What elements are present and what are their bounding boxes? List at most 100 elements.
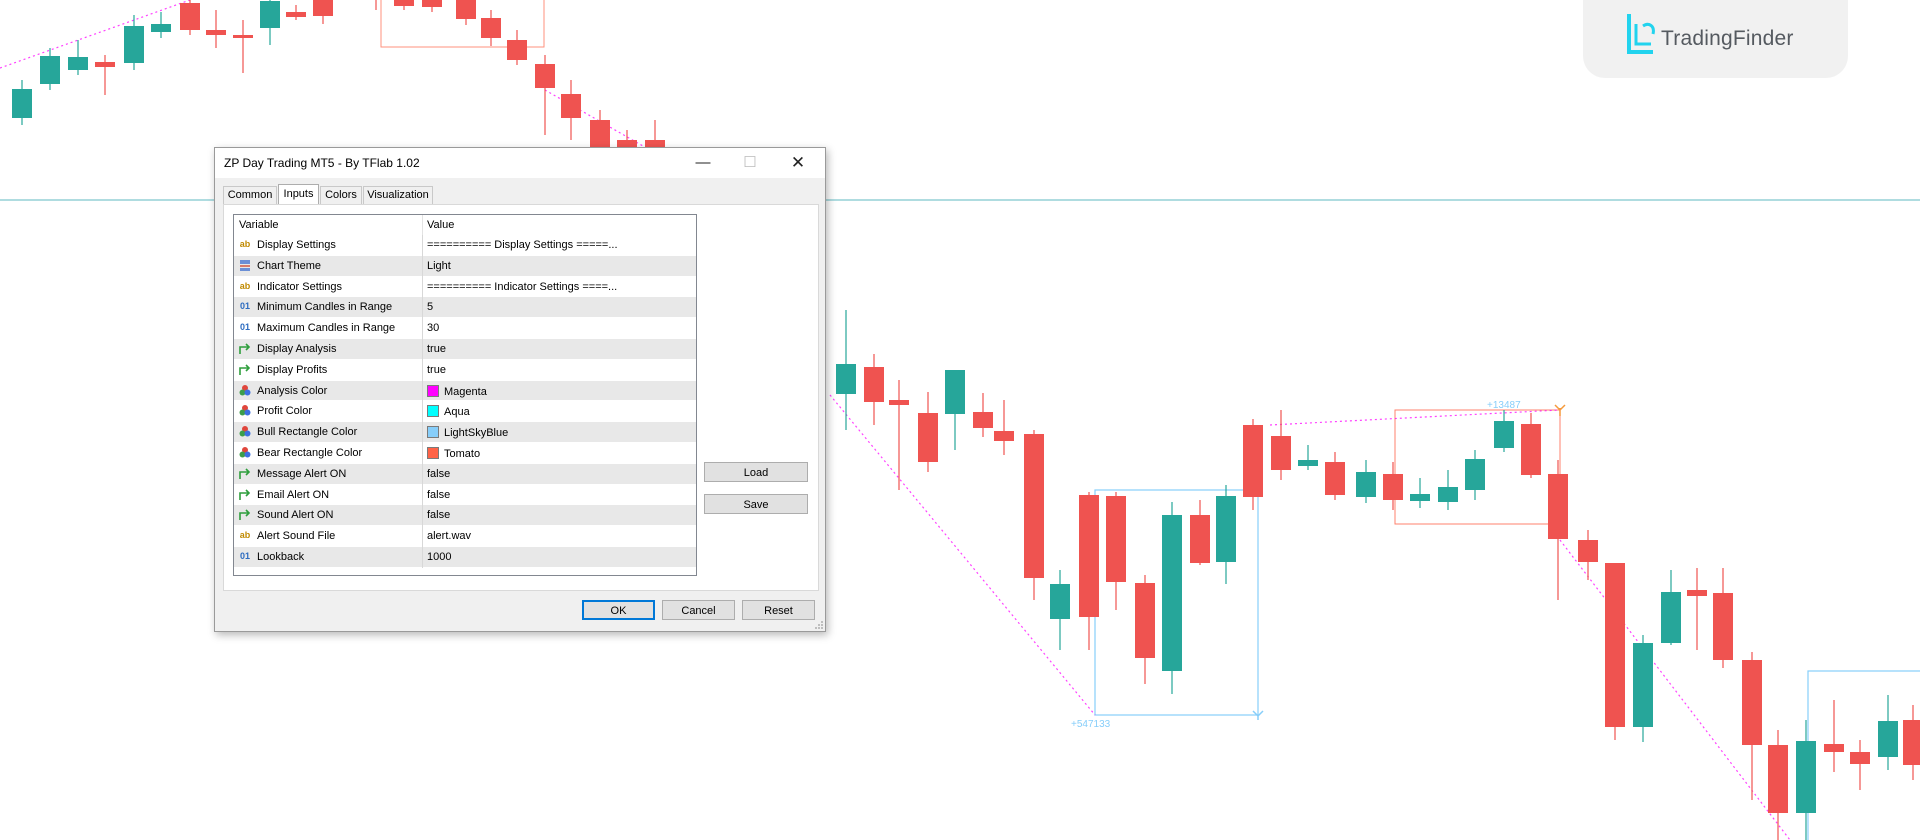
- bull-candle: [124, 26, 144, 63]
- dialog-title: ZP Day Trading MT5 - By TFlab 1.02: [224, 156, 420, 170]
- color-name: Tomato: [444, 447, 481, 460]
- bull-candle: [1465, 459, 1485, 490]
- ok-button[interactable]: OK: [582, 600, 655, 620]
- bear-candle: [1713, 593, 1733, 660]
- bull-candle: [1633, 643, 1653, 727]
- input-row[interactable]: Bull Rectangle Color LightSkyBlue: [234, 422, 696, 444]
- bear-candle: [95, 62, 115, 67]
- input-row[interactable]: Bear Rectangle Color Tomato: [234, 442, 696, 464]
- inputs-panel: Variable Value ab Display Settings =======…: [223, 204, 819, 591]
- enum-type-icon: [238, 259, 252, 272]
- variable-name: Analysis Color: [257, 384, 328, 397]
- input-row[interactable]: Profit Color Aqua: [234, 401, 696, 423]
- dialog-titlebar[interactable]: ZP Day Trading MT5 - By TFlab 1.02 — ☐ ✕: [215, 148, 825, 178]
- variable-column-header[interactable]: Variable: [239, 219, 279, 231]
- cell-divider: [422, 318, 423, 340]
- input-row[interactable]: Display Profits true: [234, 359, 696, 381]
- save-button[interactable]: Save: [704, 494, 808, 514]
- variable-name: Message Alert ON: [257, 467, 347, 480]
- bull-candle: [945, 370, 965, 414]
- variable-name: Display Profits: [257, 363, 328, 376]
- input-row[interactable]: 01 Maximum Candles in Range 30: [234, 318, 696, 340]
- bear-candle: [1903, 720, 1920, 765]
- minimize-button[interactable]: —: [683, 152, 723, 174]
- input-row[interactable]: Analysis Color Magenta: [234, 380, 696, 402]
- input-row[interactable]: Message Alert ON false: [234, 463, 696, 485]
- variable-value[interactable]: Aqua: [427, 405, 689, 418]
- bull-candle: [836, 364, 856, 394]
- reset-button[interactable]: Reset: [742, 600, 815, 620]
- variable-value[interactable]: false: [427, 489, 689, 501]
- variable-name: Display Settings: [257, 239, 336, 251]
- variable-value[interactable]: Magenta: [427, 384, 689, 398]
- input-row[interactable]: 01 Lookback 1000: [234, 546, 696, 568]
- variable-value[interactable]: alert.wav: [427, 530, 689, 542]
- load-button[interactable]: Load: [704, 462, 808, 482]
- bear-candle: [1687, 590, 1707, 596]
- input-row[interactable]: ab Display Settings ========== Display Set…: [234, 235, 696, 256]
- input-row[interactable]: Display Analysis true: [234, 338, 696, 360]
- indicator-properties-dialog[interactable]: ZP Day Trading MT5 - By TFlab 1.02 — ☐ ✕…: [214, 147, 826, 632]
- variable-value[interactable]: ========== Display Settings =====...: [427, 239, 689, 251]
- tab-inputs[interactable]: Inputs: [278, 184, 319, 205]
- boolean-type-icon: [238, 363, 252, 376]
- variable-value[interactable]: false: [427, 468, 689, 480]
- tab-common[interactable]: Common: [223, 186, 277, 204]
- input-row[interactable]: Chart Theme Light: [234, 255, 696, 277]
- bull-candle: [40, 56, 60, 84]
- cell-divider: [422, 338, 423, 360]
- cell-divider: [422, 276, 423, 298]
- brand-name: TradingFinder: [1661, 27, 1794, 50]
- close-button[interactable]: ✕: [778, 152, 818, 174]
- variable-value[interactable]: Tomato: [427, 446, 689, 460]
- variable-value[interactable]: 5: [427, 301, 689, 313]
- input-row[interactable]: ab Indicator Settings ========== Indicator…: [234, 276, 696, 298]
- inputs-grid[interactable]: Variable Value ab Display Settings =======…: [233, 214, 697, 576]
- bear-candle: [1742, 660, 1762, 745]
- bull-candle: [12, 89, 32, 118]
- maximize-button[interactable]: ☐: [730, 152, 770, 174]
- bull-profit-label: +547133: [1071, 719, 1111, 730]
- bear-candle: [590, 120, 610, 150]
- variable-value[interactable]: 1000: [427, 551, 689, 563]
- bull-candle: [260, 1, 280, 28]
- variable-value[interactable]: true: [427, 343, 689, 355]
- input-row[interactable]: 01 Minimum Candles in Range 5: [234, 297, 696, 319]
- bear-candle: [481, 18, 501, 38]
- variable-name: Email Alert ON: [257, 488, 330, 501]
- variable-value[interactable]: ========== Indicator Settings ====...: [427, 281, 689, 293]
- color-swatch: [427, 384, 439, 397]
- bear-candle: [864, 367, 884, 402]
- string-type-icon: ab: [239, 530, 251, 541]
- tab-colors[interactable]: Colors: [320, 186, 362, 204]
- bear-candle: [918, 413, 938, 462]
- boolean-type-icon: [238, 488, 252, 501]
- tab-visualization[interactable]: Visualization: [363, 186, 433, 204]
- variable-value[interactable]: 30: [427, 322, 689, 334]
- cell-divider: [422, 463, 423, 485]
- input-row[interactable]: Sound Alert ON false: [234, 505, 696, 527]
- analysis-line: [1269, 409, 1561, 426]
- column-separator[interactable]: [422, 215, 423, 235]
- bear-candle: [180, 3, 200, 30]
- variable-value[interactable]: true: [427, 364, 689, 376]
- value-column-header[interactable]: Value: [427, 219, 454, 231]
- variable-name: Sound Alert ON: [257, 509, 334, 522]
- tradingfinder-logo-icon: [1627, 14, 1655, 54]
- variable-value[interactable]: LightSkyBlue: [427, 426, 689, 439]
- boolean-type-icon: [238, 342, 252, 355]
- string-type-icon: ab: [239, 280, 251, 291]
- variable-value[interactable]: false: [427, 509, 689, 521]
- input-row[interactable]: Email Alert ON false: [234, 484, 696, 506]
- color-type-icon: [238, 425, 252, 438]
- cell-divider: [422, 235, 423, 256]
- bull-candle: [1661, 592, 1681, 643]
- resize-grip-icon[interactable]: [815, 621, 823, 629]
- cell-divider: [422, 422, 423, 444]
- bear-candle: [1824, 744, 1844, 752]
- input-row[interactable]: ab Alert Sound File alert.wav: [234, 526, 696, 548]
- variable-value[interactable]: Light: [427, 260, 689, 272]
- cancel-button[interactable]: Cancel: [662, 600, 735, 620]
- bull-candle: [1410, 494, 1430, 501]
- variable-name: Minimum Candles in Range: [257, 301, 393, 314]
